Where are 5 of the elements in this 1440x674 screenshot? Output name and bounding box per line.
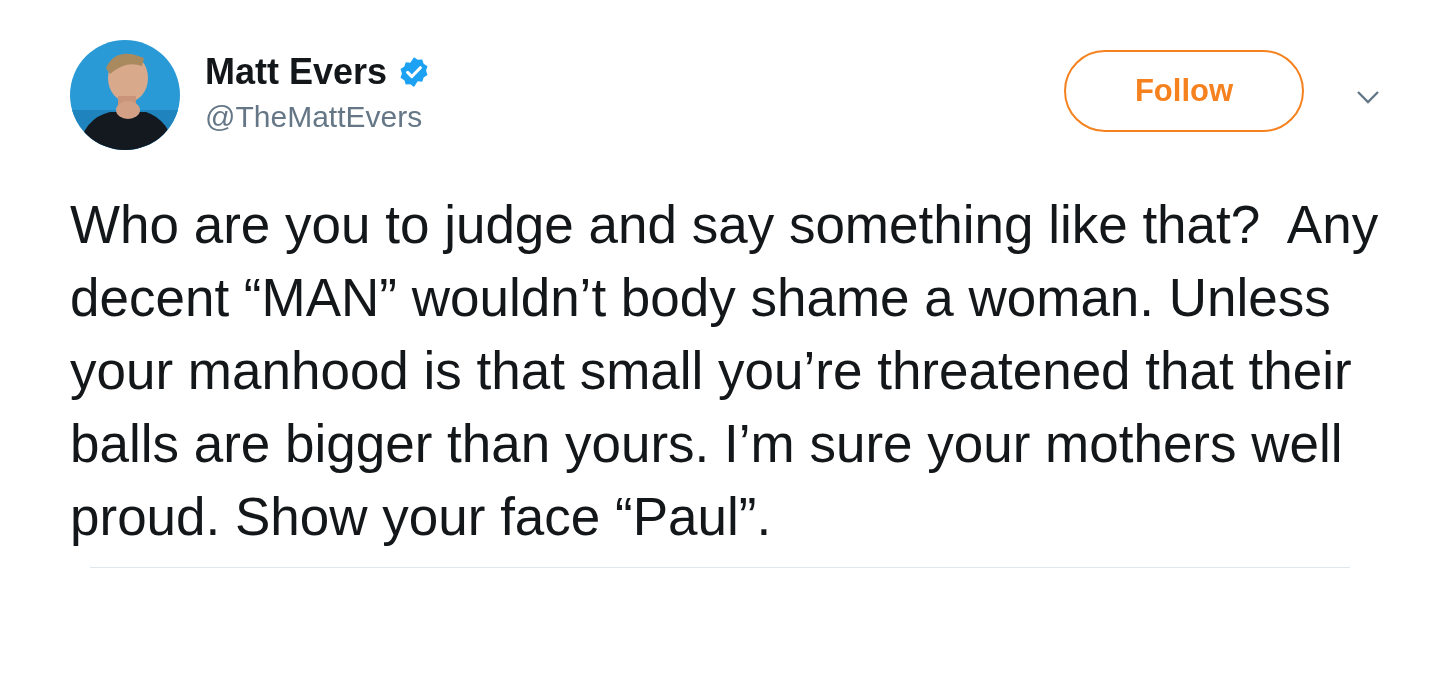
tweet-text: Who are you to judge and say something like that? Any decent “MAN” wouldn’t body shame a woman. Unless your manhood is that small you’re threatened that their balls are bigger than yours. I’m sure your mothers well proud. Show your face “Paul”.	[70, 194, 1380, 548]
follow-button[interactable]: Follow	[1064, 50, 1304, 132]
user-handle[interactable]: @TheMattEvers	[205, 100, 432, 134]
user-name[interactable]: Matt Evers	[205, 50, 388, 94]
chevron-down-icon[interactable]	[1356, 90, 1380, 104]
